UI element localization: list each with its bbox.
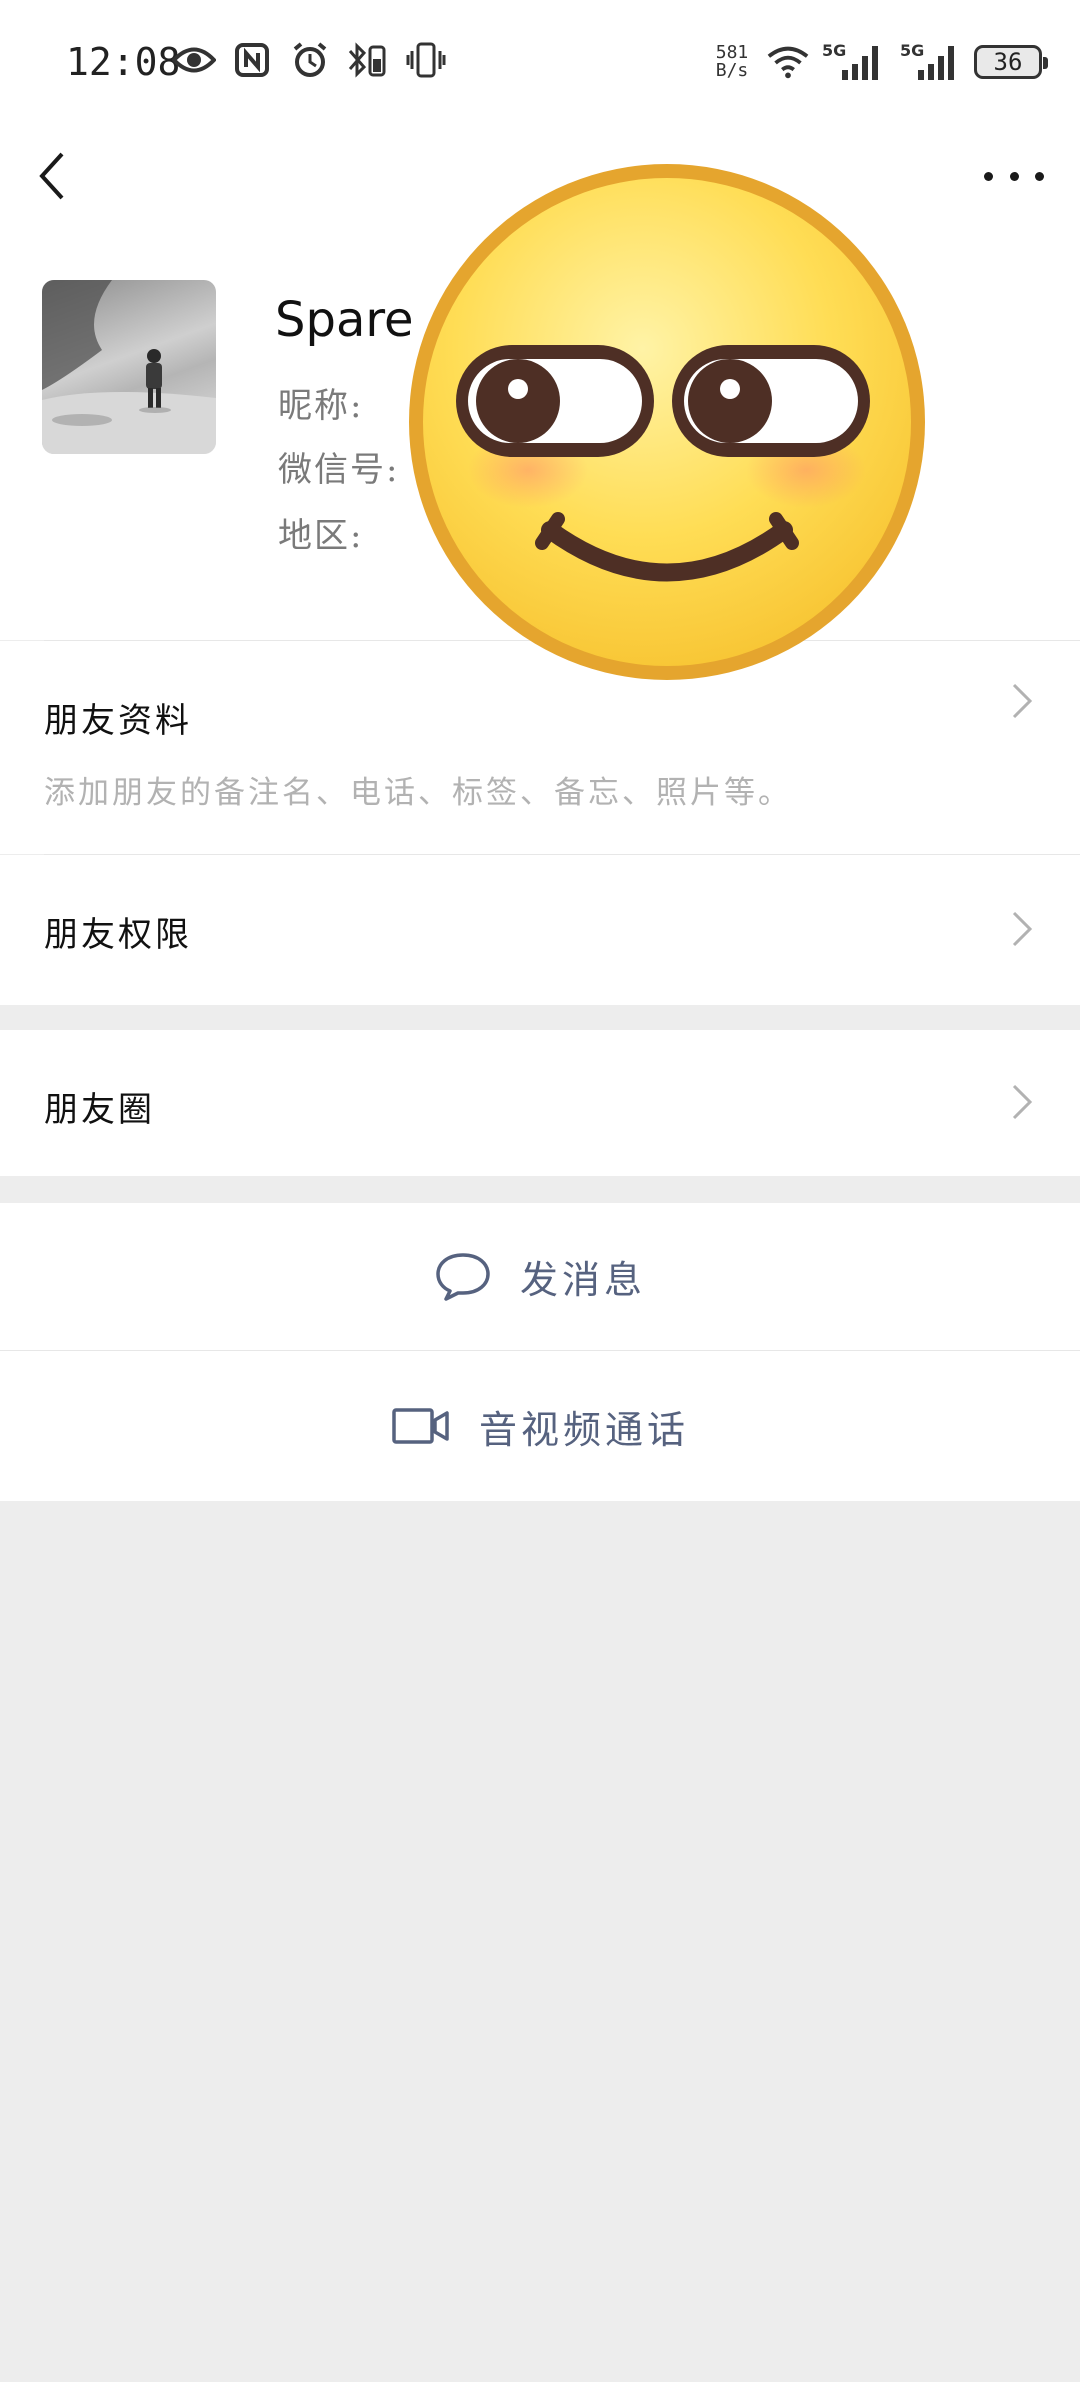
status-bar: 12:08 581 B/s 5G 5G 36 <box>0 0 1080 120</box>
status-icons-left <box>172 38 448 82</box>
smirk-emoji-sticker <box>409 164 925 680</box>
profile-name: Spare <box>275 292 414 348</box>
bluetooth-battery-icon <box>346 38 390 82</box>
friend-permissions-title: 朋友权限 <box>44 915 192 955</box>
region-label: 地区: <box>278 516 364 556</box>
chevron-right-icon <box>1012 911 1033 947</box>
moments-title: 朋友圈 <box>44 1090 155 1130</box>
more-dot-icon <box>984 171 993 181</box>
more-dot-icon <box>1009 171 1019 181</box>
signal1-label: 5G <box>822 42 846 60</box>
video-call-button[interactable]: 音视频通话 <box>0 1351 1080 1501</box>
contact-profile-page: 12:08 581 B/s 5G 5G 36 Spare 昵称: 微信号: 地区… <box>0 0 1080 2382</box>
net-speed-unit: B/s <box>715 60 749 81</box>
more-options-button[interactable] <box>984 156 1044 196</box>
moments-row[interactable]: 朋友圈 <box>0 1030 1080 1176</box>
more-dot-icon <box>1035 171 1044 181</box>
signal-5g-icon-2: 5G <box>900 40 962 84</box>
chevron-left-icon <box>39 152 64 200</box>
send-message-button[interactable]: 发消息 <box>0 1203 1080 1350</box>
status-icons-right: 581 B/s 5G 5G 36 <box>710 40 1048 84</box>
nfc-icon <box>230 38 274 82</box>
chevron-right-icon <box>1012 1084 1033 1120</box>
net-speed: 581 B/s <box>710 44 754 80</box>
friend-info-subtitle: 添加朋友的备注名、电话、标签、备忘、照片等。 <box>44 775 792 811</box>
friend-permissions-row[interactable]: 朋友权限 <box>0 855 1080 1005</box>
eye-icon <box>172 38 216 82</box>
wifi-icon <box>766 40 810 84</box>
signal-5g-icon: 5G <box>822 40 888 84</box>
video-camera-icon <box>392 1408 449 1444</box>
friend-info-title: 朋友资料 <box>44 701 192 741</box>
video-call-label: 音视频通话 <box>478 1407 689 1452</box>
send-message-label: 发消息 <box>519 1258 646 1302</box>
avatar-image <box>42 280 216 454</box>
vibrate-icon <box>404 38 448 82</box>
nickname-label: 昵称: <box>278 386 364 426</box>
signal2-label: 5G <box>900 42 924 60</box>
avatar[interactable] <box>42 280 216 454</box>
chat-bubble-icon <box>436 1252 490 1301</box>
wechat-id-label: 微信号: <box>278 450 400 490</box>
alarm-icon <box>288 38 332 82</box>
battery-indicator: 36 <box>974 45 1048 79</box>
back-button[interactable] <box>30 148 80 204</box>
chevron-right-icon <box>1012 683 1033 719</box>
status-time: 12:08 <box>66 40 181 84</box>
